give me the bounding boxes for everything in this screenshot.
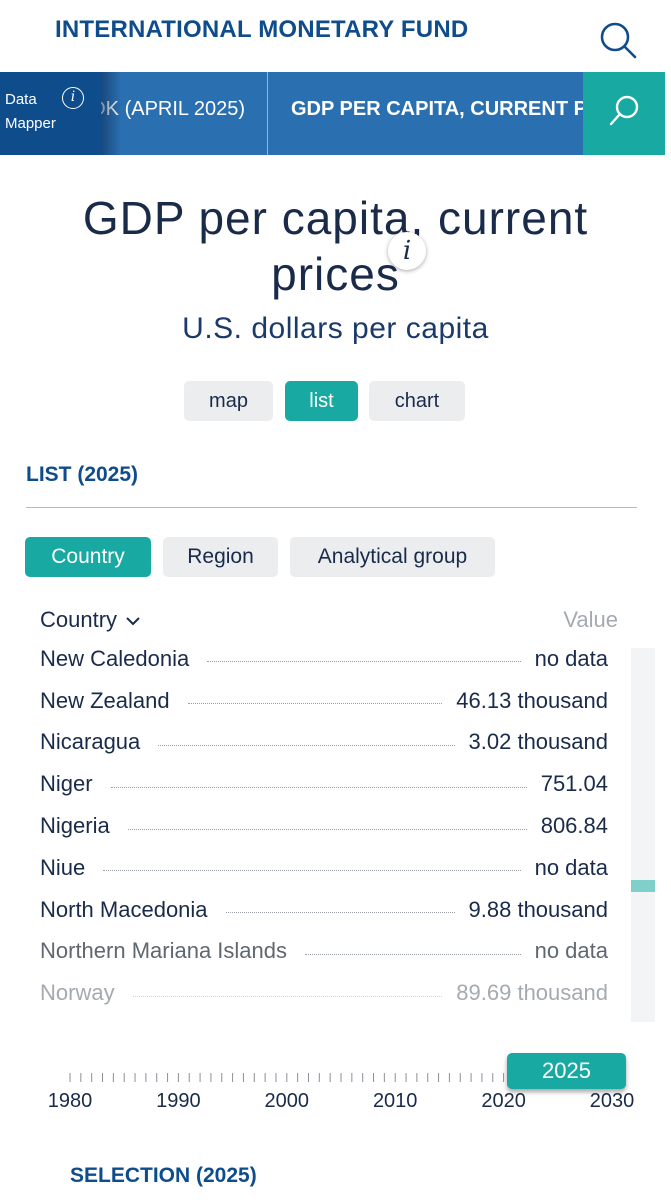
row-country: Nicaragua	[40, 729, 141, 755]
row-value: 89.69 thousand	[456, 980, 608, 1006]
tab-dataset-label: OK (APRIL 2025)	[101, 98, 245, 120]
row-country: North Macedonia	[40, 896, 208, 922]
search-icon	[609, 95, 639, 126]
list-heading: LIST (2025)	[26, 463, 139, 486]
row-leader	[132, 995, 443, 997]
row-leader	[225, 912, 455, 914]
row-leader	[207, 661, 521, 663]
view-map-button[interactable]: map	[184, 381, 273, 421]
row-country: Niue	[40, 854, 86, 880]
indicator-unit: U.S. dollars per capita	[182, 312, 489, 345]
group-country-button[interactable]: Country	[25, 537, 151, 577]
site-header: INTERNATIONAL MONETARY FUND	[0, 0, 671, 72]
table-row[interactable]: Nigeria 806.84	[40, 805, 608, 847]
timeline-label: 1990	[156, 1090, 201, 1112]
sort-country-header[interactable]: Country	[40, 607, 141, 633]
tab-indicator[interactable]: GDP PER CAPITA, CURRENT PRICES	[269, 72, 583, 155]
table-row[interactable]: North Macedonia 9.88 thousand	[40, 889, 608, 931]
row-value: 9.88 thousand	[468, 896, 608, 922]
nav-scroll-shadow	[101, 72, 121, 155]
row-country: Norway	[40, 980, 115, 1006]
row-value: no data	[534, 645, 608, 671]
row-country: Nigeria	[40, 813, 110, 839]
row-country: Northern Mariana Islands	[40, 938, 288, 964]
row-leader	[110, 786, 527, 788]
data-mapper-label-line1: Data	[5, 91, 37, 108]
table-row[interactable]: Norway 89.69 thousand	[40, 972, 608, 1014]
row-leader	[127, 828, 527, 830]
row-country: New Zealand	[40, 687, 170, 713]
list-divider	[26, 507, 637, 508]
data-mapper-label-line2: Mapper	[5, 115, 56, 132]
row-value: no data	[534, 938, 608, 964]
nav-search-button[interactable]	[583, 72, 665, 155]
tab-dataset[interactable]: OK (APRIL 2025)	[101, 72, 268, 155]
data-mapper-nav: OK (APRIL 2025) GDP PER CAPITA, CURRENT …	[0, 72, 671, 155]
row-leader	[187, 703, 443, 705]
indicator-title: GDP per capita, current prices	[0, 190, 671, 302]
row-value: 46.13 thousand	[456, 687, 608, 713]
table-row[interactable]: Nicaragua 3.02 thousand	[40, 722, 608, 764]
indicator-info-icon[interactable]: i	[388, 232, 426, 270]
row-country: Niger	[40, 771, 93, 797]
view-list-button[interactable]: list	[285, 381, 358, 421]
column-country-label: Country	[40, 607, 118, 632]
table-row[interactable]: Niger 751.04	[40, 763, 608, 805]
column-value-header[interactable]: Value	[540, 607, 618, 633]
chevron-down-icon	[126, 617, 140, 626]
data-mapper-button[interactable]: Data Mapper i	[0, 72, 101, 155]
row-value: no data	[534, 854, 608, 880]
nav-edge	[665, 72, 671, 155]
year-slider-handle[interactable]: 2025	[507, 1053, 626, 1089]
row-value: 751.04	[540, 771, 608, 797]
timeline-label: 2000	[264, 1090, 310, 1112]
tab-indicator-label: GDP PER CAPITA, CURRENT PRICES	[291, 98, 583, 120]
row-leader	[103, 870, 521, 872]
group-region-button[interactable]: Region	[163, 537, 278, 577]
timeline-label: 1980	[47, 1090, 93, 1112]
timeline-label: 2030	[589, 1090, 635, 1112]
table-row[interactable]: Northern Mariana Islands no data	[40, 931, 608, 973]
table-row[interactable]: New Caledonia no data	[40, 638, 608, 680]
row-value: 806.84	[540, 813, 608, 839]
country-list[interactable]: New Caledonia no data New Zealand 46.13 th…	[40, 638, 608, 1023]
view-chart-button[interactable]: chart	[369, 381, 465, 421]
list-scrollbar-track[interactable]	[631, 648, 655, 1022]
row-country: New Caledonia	[40, 645, 190, 671]
row-leader	[158, 744, 455, 746]
table-row[interactable]: New Zealand 46.13 thousand	[40, 680, 608, 722]
row-value: 3.02 thousand	[468, 729, 608, 755]
selection-heading: SELECTION (2025)	[70, 1164, 257, 1187]
imf-brand-logo[interactable]: INTERNATIONAL MONETARY FUND	[55, 16, 468, 44]
timeline-label: 2020	[481, 1090, 526, 1112]
indicator-title-line1: GDP per capita, current	[82, 192, 589, 244]
indicator-title-line2: prices	[271, 248, 400, 300]
row-leader	[305, 953, 521, 955]
timeline-label: 2010	[372, 1090, 418, 1112]
info-icon[interactable]: i	[62, 87, 84, 109]
table-row[interactable]: Niue no data	[40, 847, 608, 889]
group-analytical-button[interactable]: Analytical group	[290, 537, 495, 577]
list-scrollbar-thumb[interactable]	[631, 879, 655, 892]
search-icon[interactable]	[598, 20, 638, 60]
